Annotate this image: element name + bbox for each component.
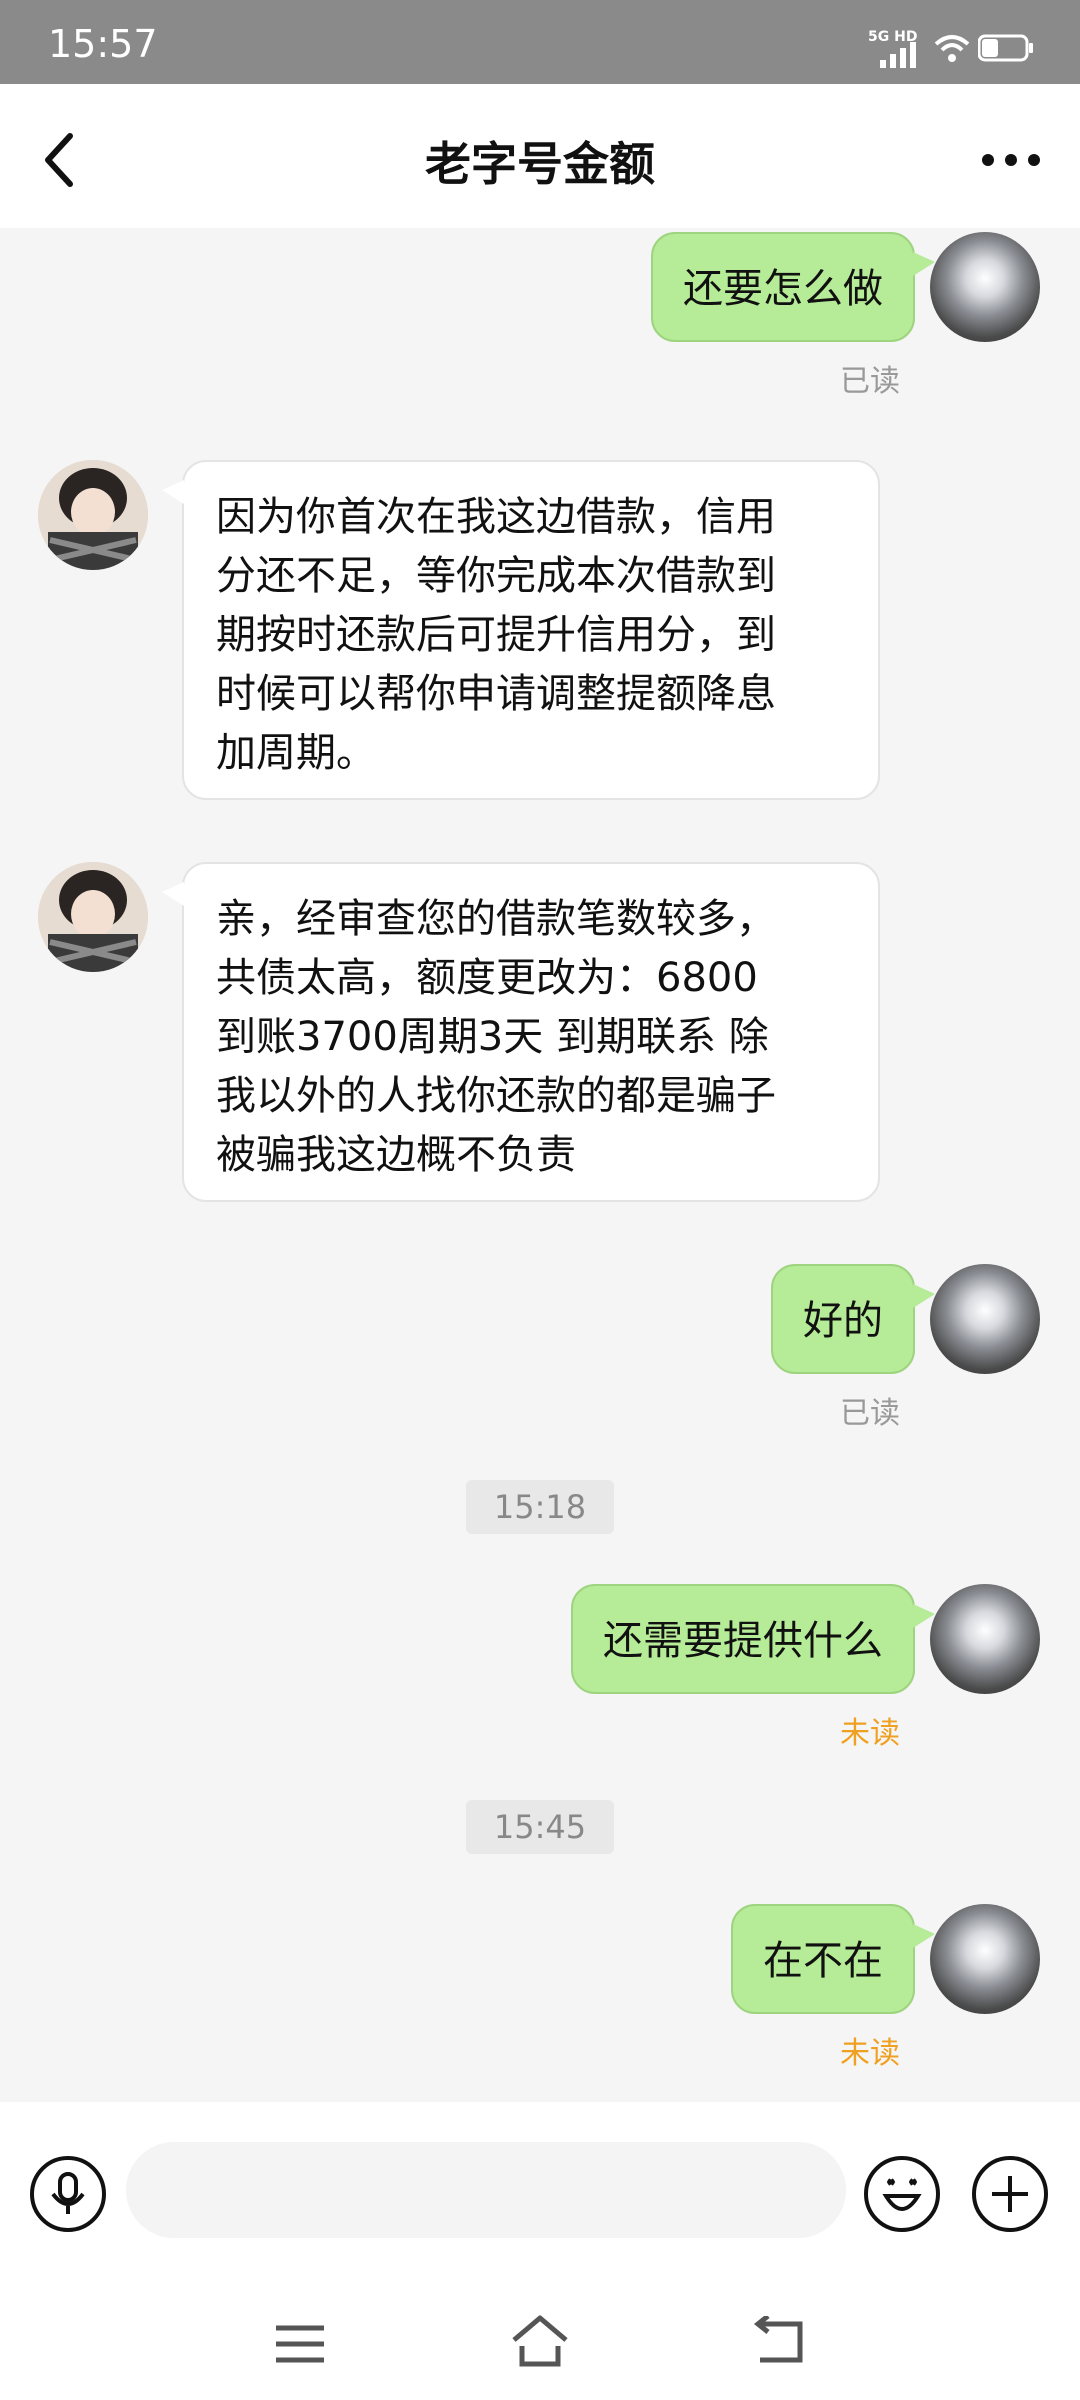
sent-message[interactable]: 在不在 xyxy=(731,1904,935,2014)
more-options-icon[interactable] xyxy=(976,140,1046,180)
my-avatar[interactable] xyxy=(930,1904,1040,2014)
voice-input-icon[interactable] xyxy=(28,2154,108,2234)
sent-message[interactable]: 还需要提供什么 xyxy=(571,1584,935,1694)
my-avatar[interactable] xyxy=(930,232,1040,342)
input-bar xyxy=(0,2102,1080,2282)
contact-avatar[interactable] xyxy=(38,460,148,570)
status-bar: 15:57 5G HD xyxy=(0,0,1080,84)
read-status: 已读 xyxy=(840,364,900,399)
wifi-icon xyxy=(934,35,970,62)
status-time: 15:57 xyxy=(48,22,158,66)
sent-message[interactable]: 好的 xyxy=(771,1264,935,1374)
emoji-icon[interactable] xyxy=(862,2154,942,2234)
home-icon[interactable] xyxy=(508,2312,572,2370)
chat-header: 老字号金额 xyxy=(0,84,1080,228)
message-timestamp: 15:45 xyxy=(0,1800,1080,1854)
recent-apps-icon[interactable] xyxy=(272,2320,328,2368)
message-list[interactable]: 还要怎么做 已读 因为你首次在我这边借款，信用 分还不足，等你完成本次借款到 期… xyxy=(0,228,1080,2098)
received-message[interactable]: 亲，经审查您的借款笔数较多， 共债太高，额度更改为：6800 到账3700周期3… xyxy=(162,862,880,1202)
read-status: 已读 xyxy=(840,1396,900,1431)
contact-avatar[interactable] xyxy=(38,862,148,972)
message-timestamp: 15:18 xyxy=(0,1480,1080,1534)
my-avatar[interactable] xyxy=(930,1264,1040,1374)
timestamp-label: 15:18 xyxy=(465,1480,615,1534)
message-input[interactable] xyxy=(126,2142,846,2238)
timestamp-label: 15:45 xyxy=(465,1800,615,1854)
chat-title: 老字号金额 xyxy=(425,137,655,191)
battery-icon xyxy=(978,34,1033,62)
add-icon[interactable] xyxy=(970,2154,1050,2234)
sent-message[interactable]: 还要怎么做 xyxy=(651,232,935,342)
unread-status: 未读 xyxy=(840,2036,900,2071)
system-nav-bar xyxy=(0,2282,1080,2400)
my-avatar[interactable] xyxy=(930,1584,1040,1694)
unread-status: 未读 xyxy=(840,1716,900,1751)
back-nav-icon[interactable] xyxy=(752,2316,808,2368)
received-message[interactable]: 因为你首次在我这边借款，信用 分还不足，等你完成本次借款到 期按时还款后可提升信… xyxy=(162,460,880,800)
signal-icon xyxy=(880,42,916,68)
